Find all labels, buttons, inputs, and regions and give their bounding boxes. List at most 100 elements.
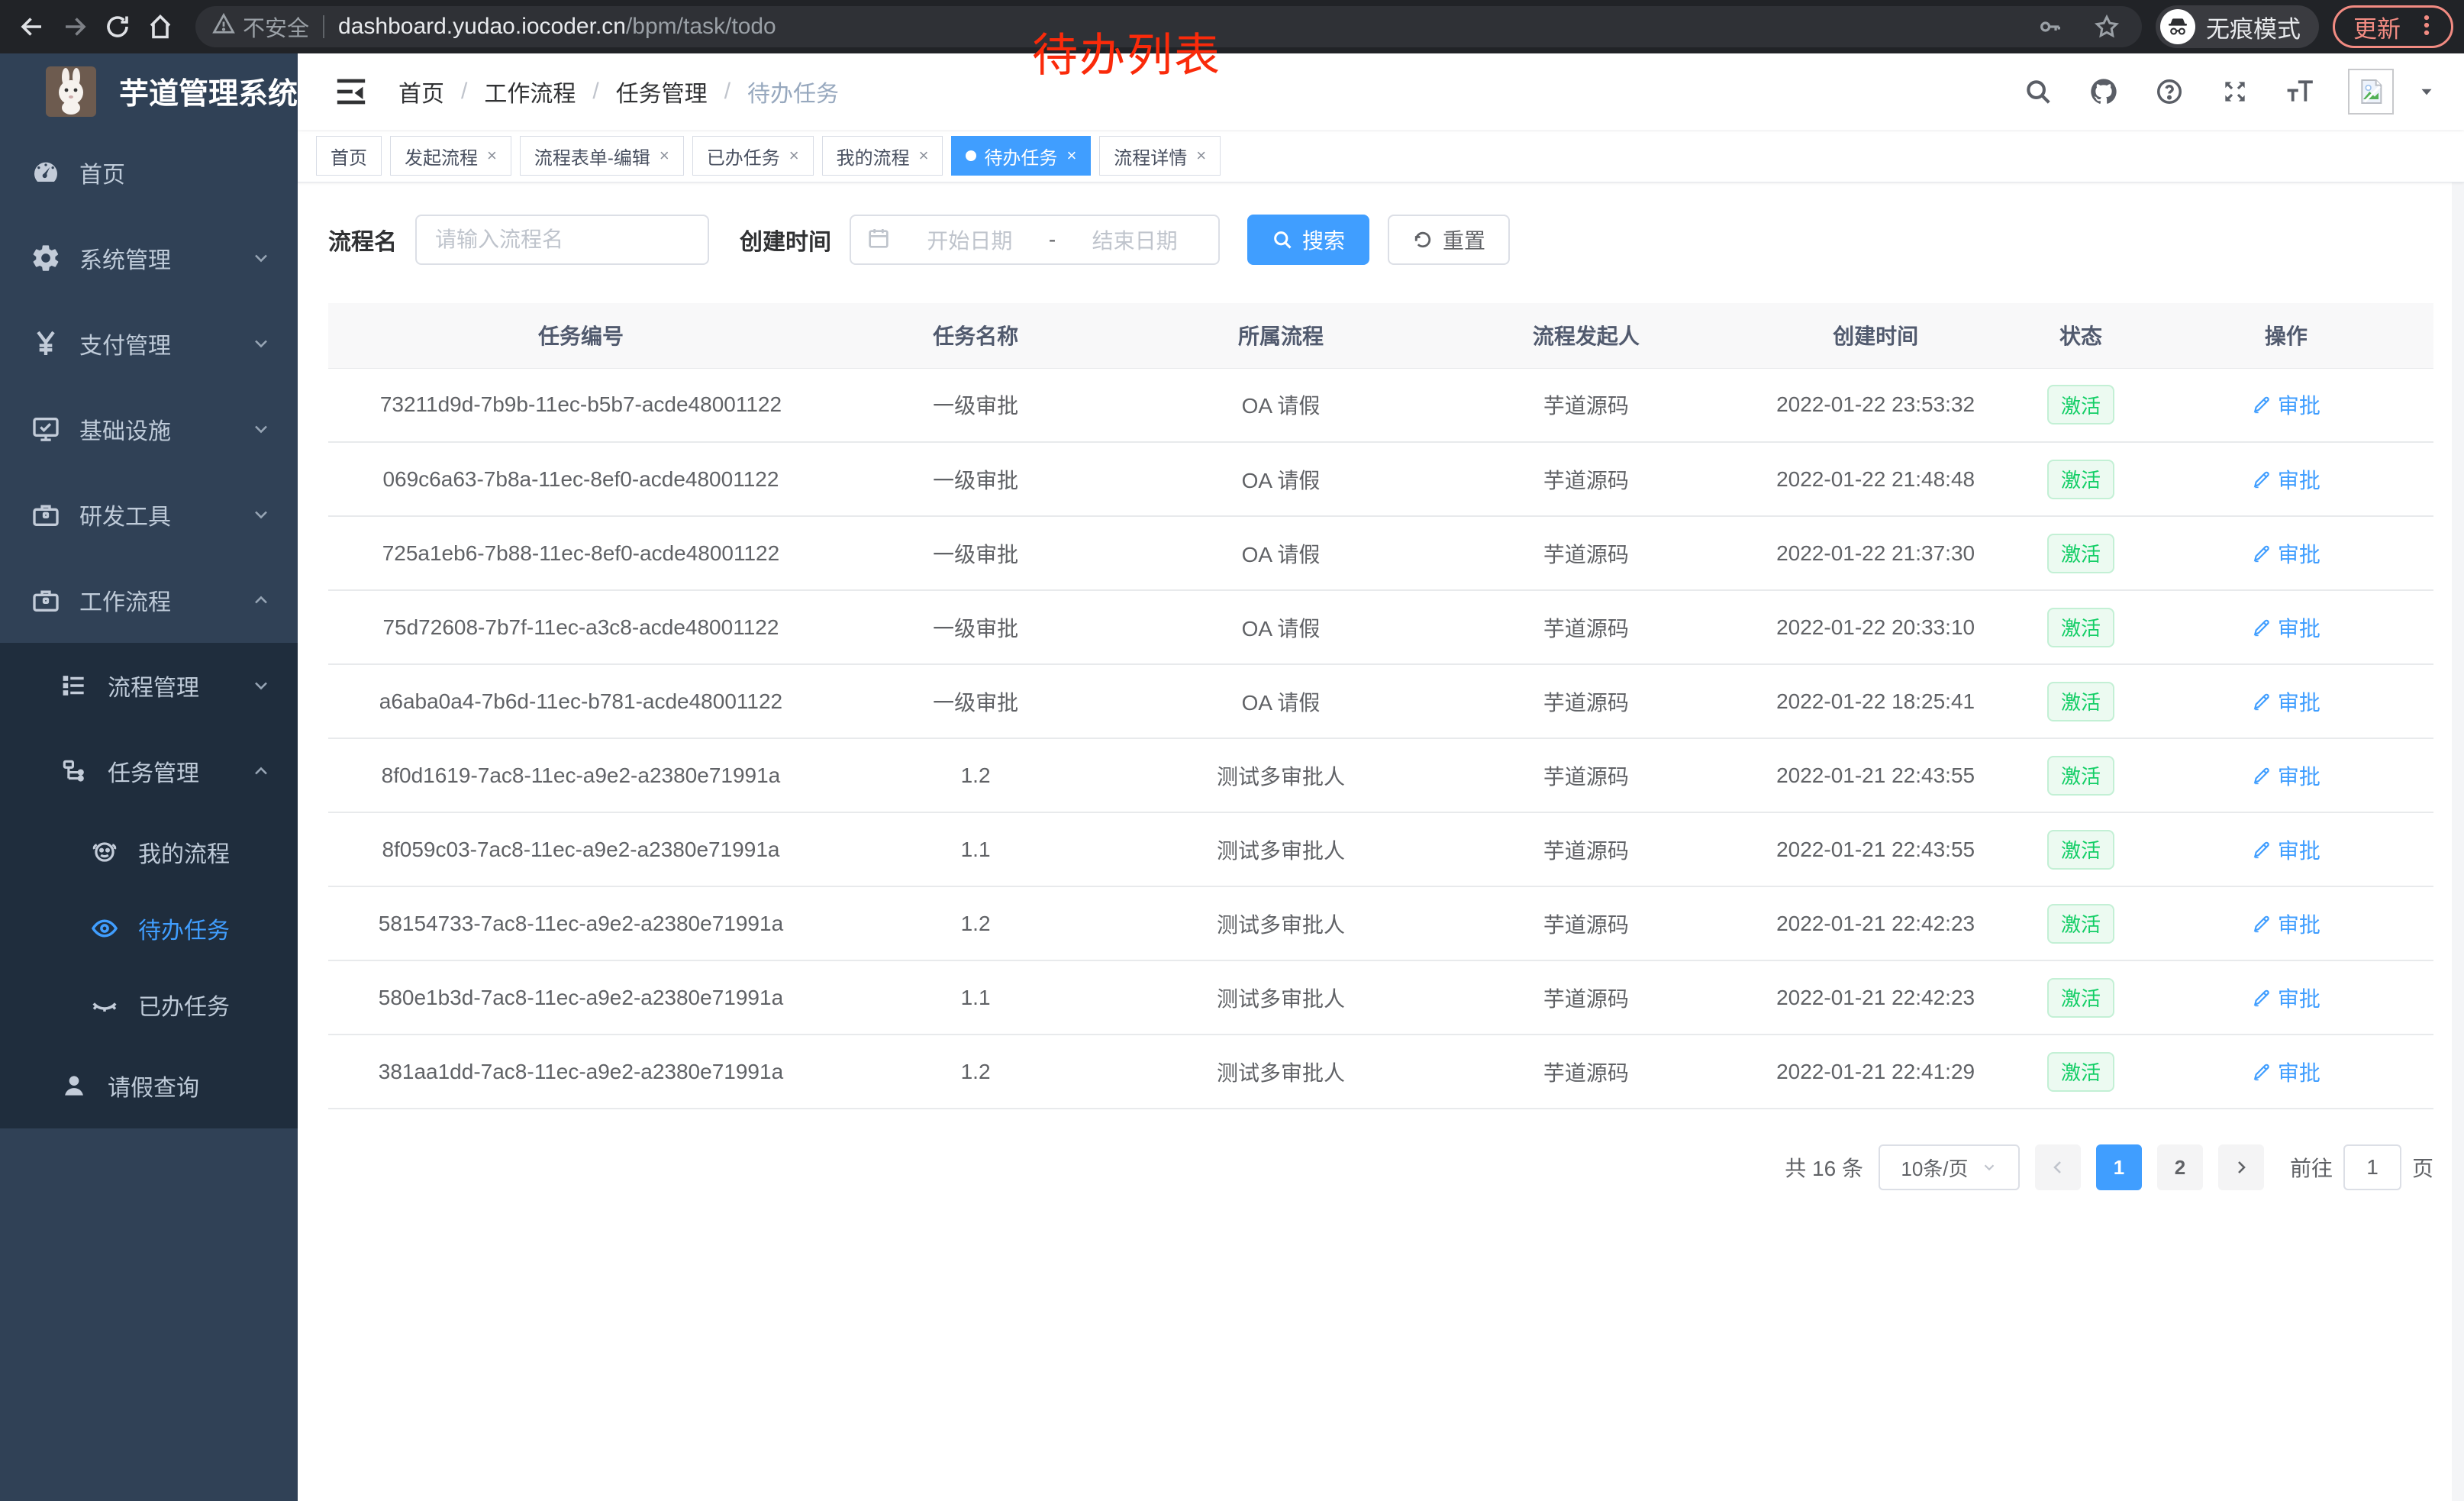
password-key-icon[interactable] xyxy=(2032,8,2069,45)
view-tag[interactable]: 待办任务 × xyxy=(951,136,1091,176)
sidebar-item-task-mgmt[interactable]: 任务管理 xyxy=(0,728,298,814)
page-button-2[interactable]: 2 xyxy=(2157,1144,2203,1190)
fullscreen-icon[interactable] xyxy=(2217,73,2253,110)
tag-label: 流程表单-编辑 xyxy=(534,143,650,169)
process-name-input[interactable] xyxy=(435,228,689,252)
approve-button[interactable]: 审批 xyxy=(2252,1057,2320,1087)
close-icon[interactable]: × xyxy=(660,146,669,166)
close-icon[interactable]: × xyxy=(1066,146,1076,166)
sidebar-item-payment[interactable]: 支付管理 xyxy=(0,301,298,386)
process-cell: 测试多审批人 xyxy=(1118,886,1443,960)
approve-button[interactable]: 审批 xyxy=(2252,612,2320,643)
pagination-total: 共 16 条 xyxy=(1785,1152,1863,1183)
action-cell: 审批 xyxy=(2139,1035,2433,1109)
view-tag[interactable]: 我的流程 × xyxy=(822,136,943,176)
chevron-down-icon xyxy=(250,675,272,696)
sidebar-item-done-task[interactable]: 已办任务 xyxy=(0,967,298,1043)
sidebar-item-process-mgmt[interactable]: 流程管理 xyxy=(0,643,298,728)
breadcrumb-separator: / xyxy=(461,79,467,105)
sidebar-collapse-icon[interactable] xyxy=(328,69,374,115)
sidebar-item-infra[interactable]: 基础设施 xyxy=(0,386,298,472)
page-button-1[interactable]: 1 xyxy=(2096,1144,2142,1190)
approve-button[interactable]: 审批 xyxy=(2252,686,2320,717)
github-icon[interactable] xyxy=(2085,73,2122,110)
approve-button[interactable]: 审批 xyxy=(2252,834,2320,865)
breadcrumb-item[interactable]: 任务管理 xyxy=(616,75,708,108)
sidebar-item-label: 待办任务 xyxy=(138,912,230,945)
view-tag[interactable]: 首页 xyxy=(316,136,382,176)
task-id-cell: 8f059c03-7ac8-11ec-a9e2-a2380e71991a xyxy=(328,812,834,886)
approve-button[interactable]: 审批 xyxy=(2252,389,2320,420)
next-page-button[interactable] xyxy=(2218,1144,2264,1190)
chevron-right-icon xyxy=(2232,1158,2250,1177)
sidebar-item-workflow[interactable]: 工作流程 xyxy=(0,557,298,643)
update-label[interactable]: 更新 xyxy=(2353,10,2401,44)
incognito-badge: 无痕模式 xyxy=(2156,5,2319,48)
table-row: 8f0d1619-7ac8-11ec-a9e2-a2380e71991a 1.2… xyxy=(328,738,2433,812)
close-icon[interactable]: × xyxy=(919,146,929,166)
prev-page-button[interactable] xyxy=(2035,1144,2081,1190)
sidebar-item-home[interactable]: 首页 xyxy=(0,130,298,215)
end-date-placeholder[interactable]: 结束日期 xyxy=(1066,224,1203,255)
page-size-select[interactable]: 10条/页 xyxy=(1879,1144,2020,1190)
view-tag[interactable]: 流程详情 × xyxy=(1099,136,1221,176)
search-button[interactable]: 搜索 xyxy=(1247,215,1369,265)
start-date-placeholder[interactable]: 开始日期 xyxy=(901,224,1038,255)
help-icon[interactable] xyxy=(2151,73,2188,110)
browser-home-button[interactable] xyxy=(139,5,182,48)
edit-pen-icon xyxy=(2252,766,2272,786)
close-icon[interactable]: × xyxy=(1196,146,1206,166)
goto-page-input[interactable] xyxy=(2343,1144,2401,1190)
avatar-caret-icon[interactable] xyxy=(2417,82,2437,102)
browser-toolbar: 不安全 dashboard.yudao.iocoder.cn/bpm/task/… xyxy=(0,0,2464,53)
edit-pen-icon xyxy=(2252,988,2272,1008)
tags-view-bar: 首页 发起流程 × 流程表单-编辑 × 已办任务 × 我的流程 × 待办任务 ×… xyxy=(298,130,2464,182)
approve-button[interactable]: 审批 xyxy=(2252,983,2320,1013)
create-time-cell: 2022-01-22 18:25:41 xyxy=(1728,664,2023,738)
approve-button[interactable]: 审批 xyxy=(2252,538,2320,569)
create-time-cell: 2022-01-22 20:33:10 xyxy=(1728,590,2023,664)
security-label[interactable]: 不安全 xyxy=(243,11,309,43)
chevron-up-icon xyxy=(250,589,272,611)
col-task-name: 任务名称 xyxy=(834,303,1118,368)
sidebar-item-my-process[interactable]: 我的流程 xyxy=(0,814,298,890)
sidebar-item-leave-query[interactable]: 请假查询 xyxy=(0,1043,298,1128)
sidebar-item-system[interactable]: 系统管理 xyxy=(0,215,298,301)
create-time-cell: 2022-01-21 22:43:55 xyxy=(1728,738,2023,812)
view-tag[interactable]: 流程表单-编辑 × xyxy=(520,136,684,176)
view-tag[interactable]: 发起流程 × xyxy=(390,136,511,176)
browser-reload-button[interactable] xyxy=(96,5,139,48)
search-icon[interactable] xyxy=(2020,73,2056,110)
logo-image xyxy=(46,66,96,117)
sidebar-logo[interactable]: 芋道管理系统 xyxy=(0,53,298,130)
approve-button[interactable]: 审批 xyxy=(2252,760,2320,791)
breadcrumb-item[interactable]: 首页 xyxy=(398,75,444,108)
status-badge: 激活 xyxy=(2047,978,2114,1018)
col-starter: 流程发起人 xyxy=(1444,303,1728,368)
font-size-icon[interactable] xyxy=(2282,73,2319,110)
browser-back-button[interactable] xyxy=(11,5,53,48)
sidebar-item-devtools[interactable]: 研发工具 xyxy=(0,472,298,557)
tag-label: 我的流程 xyxy=(837,143,910,169)
view-tag[interactable]: 已办任务 × xyxy=(692,136,814,176)
sidebar-item-todo-task[interactable]: 待办任务 xyxy=(0,890,298,967)
bookmark-star-icon[interactable] xyxy=(2088,8,2125,45)
close-icon[interactable]: × xyxy=(789,146,799,166)
breadcrumb-separator: / xyxy=(592,79,598,105)
browser-menu-kebab-icon[interactable] xyxy=(2416,12,2437,42)
close-icon[interactable]: × xyxy=(487,146,497,166)
status-cell: 激活 xyxy=(2023,812,2139,886)
tag-label: 待办任务 xyxy=(984,143,1057,169)
sidebar-item-label: 任务管理 xyxy=(108,754,199,788)
approve-button[interactable]: 审批 xyxy=(2252,909,2320,939)
process-cell: 测试多审批人 xyxy=(1118,738,1443,812)
page-scrollbar[interactable] xyxy=(2452,53,2464,1501)
breadcrumb-item[interactable]: 工作流程 xyxy=(484,75,576,108)
approve-button[interactable]: 审批 xyxy=(2252,464,2320,495)
browser-forward-button[interactable] xyxy=(53,5,96,48)
date-range-picker[interactable]: 开始日期 - 结束日期 xyxy=(850,215,1220,265)
avatar[interactable] xyxy=(2348,69,2394,115)
browser-update-button[interactable]: 更新 xyxy=(2333,5,2453,48)
reset-button[interactable]: 重置 xyxy=(1388,215,1510,265)
eye-closed-icon xyxy=(88,988,121,1022)
